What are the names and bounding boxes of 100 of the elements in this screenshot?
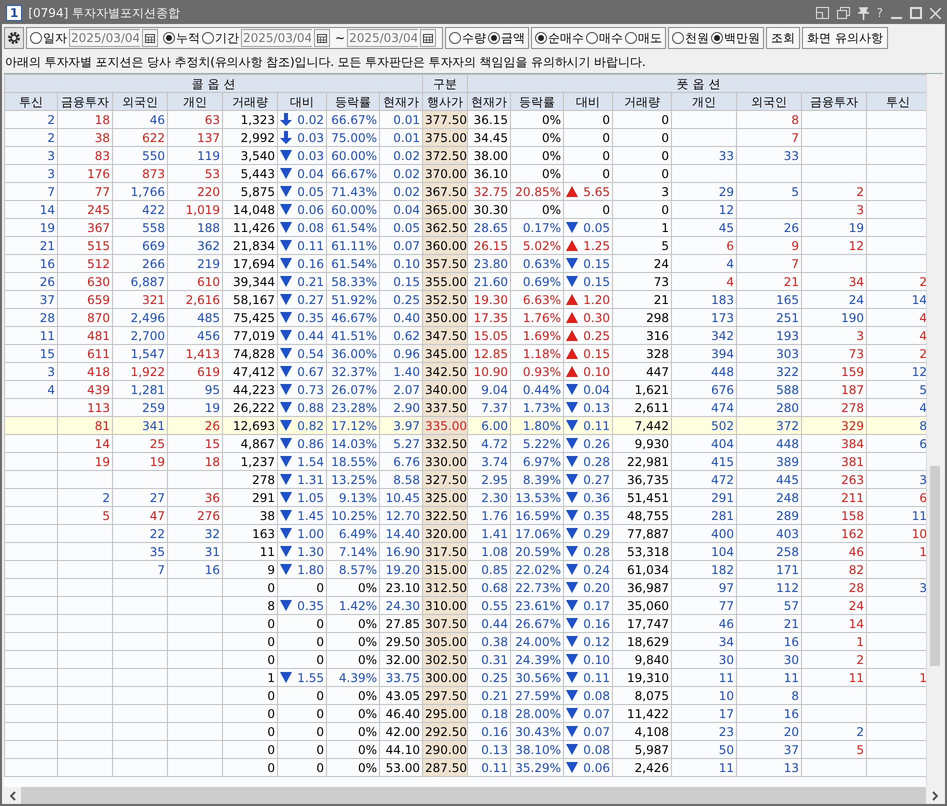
table-row[interactable]: 14 25 15 4,867 0.86 14.03% 5.27 332.50 4.72 5.22% 0.26 9,930 404 448 384 6 <box>4 434 926 452</box>
column-header[interactable]: 개인 <box>168 92 222 110</box>
radio-option[interactable]: 누적 <box>163 29 200 47</box>
table-row[interactable]: 0 0 0% 27.85 307.50 0.44 26.67% 0.16 17,747 46 21 14 <box>4 614 926 632</box>
strike-price-cell[interactable]: 315.00 <box>422 560 468 578</box>
table-row[interactable]: 0 0 0% 44.10 290.00 0.13 38.10% 0.08 5,987 50 37 5 <box>4 740 926 758</box>
strike-price-cell[interactable]: 372.50 <box>422 146 468 164</box>
scrollbar-thumb[interactable] <box>930 466 940 666</box>
strike-price-cell[interactable]: 320.00 <box>422 524 468 542</box>
table-row[interactable]: 35 31 11 1.30 7.14% 16.90 317.50 1.08 20.59% 0.28 53,318 104 258 46 1 <box>4 542 926 560</box>
column-header[interactable]: 금융투자 <box>58 92 112 110</box>
strike-price-cell[interactable]: 360.00 <box>422 236 468 254</box>
table-row[interactable]: 2 27 36 291 1.05 9.13% 10.45 325.00 2.30 13.53% 0.36 51,451 291 248 211 6 <box>4 488 926 506</box>
strike-price-cell[interactable]: 300.00 <box>422 668 468 686</box>
radio-option[interactable]: 매수 <box>586 29 624 47</box>
table-row[interactable]: 0 0 0% 53.00 287.50 0.11 35.29% 0.06 2,426 11 13 <box>4 758 926 776</box>
table-row[interactable]: 0 0 0% 46.40 295.00 0.18 28.00% 0.07 11,422 17 16 <box>4 704 926 722</box>
column-header[interactable]: 거래량 <box>222 92 278 110</box>
horizontal-scrollbar[interactable] <box>4 787 943 804</box>
strike-price-cell[interactable]: 342.50 <box>422 362 468 380</box>
strike-price-cell[interactable]: 312.50 <box>422 578 468 596</box>
table-row[interactable]: 37 659 321 2,616 58,167 0.27 51.92% 0.25 352.50 19.30 6.63% 1.20 21 183 165 24 14 <box>4 290 926 308</box>
column-header[interactable]: 대비 <box>278 92 326 110</box>
column-header[interactable]: 금융투자 <box>802 92 867 110</box>
pin-icon[interactable] <box>858 6 869 20</box>
strike-price-cell[interactable]: 325.00 <box>422 488 468 506</box>
column-header[interactable]: 행사가 <box>422 92 468 110</box>
column-header[interactable]: 현재가 <box>380 92 423 110</box>
copy-window-icon[interactable] <box>836 7 850 19</box>
column-header[interactable]: 투신 <box>4 92 58 110</box>
table-row[interactable]: 3 176 873 53 5,443 0.04 66.67% 0.02 370.00 36.10 0% 0 0 <box>4 164 926 182</box>
strike-price-cell[interactable]: 355.00 <box>422 272 468 290</box>
strike-price-cell[interactable]: 292.50 <box>422 722 468 740</box>
strike-price-cell[interactable]: 350.00 <box>422 308 468 326</box>
strike-price-cell[interactable]: 297.50 <box>422 686 468 704</box>
column-header[interactable]: 등락률 <box>326 92 380 110</box>
strike-price-cell[interactable]: 287.50 <box>422 758 468 776</box>
strike-price-cell[interactable]: 367.50 <box>422 182 468 200</box>
table-row[interactable]: 7 16 9 1.80 8.57% 19.20 315.00 0.85 22.02% 0.24 61,034 182 171 82 <box>4 560 926 578</box>
strike-price-cell[interactable]: 340.00 <box>422 380 468 398</box>
table-row[interactable]: 113 259 19 26,222 0.88 23.28% 2.90 337.50 7.37 1.73% 0.13 2,611 474 280 278 4 <box>4 398 926 416</box>
table-row[interactable]: 28 870 2,496 485 75,425 0.35 46.67% 0.40 350.00 17.35 1.76% 0.30 298 173 251 190 4 <box>4 308 926 326</box>
strike-price-cell[interactable]: 302.50 <box>422 650 468 668</box>
table-row[interactable]: 4 439 1,281 95 44,223 0.73 26.07% 2.07 340.00 9.04 0.44% 0.04 1,621 676 588 187 5 <box>4 380 926 398</box>
calendar-button[interactable] <box>142 29 158 47</box>
maximize-icon[interactable] <box>910 7 922 19</box>
table-row[interactable]: 0 0 0% 42.00 292.50 0.16 30.43% 0.07 4,108 23 20 2 <box>4 722 926 740</box>
right-chevron-icon[interactable] <box>932 790 938 800</box>
strike-price-cell[interactable]: 337.50 <box>422 398 468 416</box>
scroll-left-button[interactable] <box>4 787 21 804</box>
calendar-button[interactable] <box>314 29 330 47</box>
column-header[interactable]: 거래량 <box>612 92 672 110</box>
radio-option[interactable]: 금액 <box>488 29 526 47</box>
table-row[interactable]: 0 0 0% 23.10 312.50 0.68 22.73% 0.20 36,987 97 112 28 3 <box>4 578 926 596</box>
table-row[interactable]: 278 1.31 13.25% 8.58 327.50 2.95 8.39% 0.27 36,735 472 445 263 3 <box>4 470 926 488</box>
strike-price-cell[interactable]: 362.50 <box>422 218 468 236</box>
table-row[interactable]: 16 512 266 219 17,694 0.16 61.54% 0.10 357.50 23.80 0.63% 0.15 24 4 7 <box>4 254 926 272</box>
column-header[interactable]: 등락률 <box>510 92 564 110</box>
column-header[interactable]: 현재가 <box>468 92 511 110</box>
toolbar-button[interactable]: 조회 <box>766 27 800 49</box>
strike-price-cell[interactable]: 335.00 <box>422 416 468 434</box>
radio-option[interactable]: 일자 <box>30 29 67 47</box>
radio-option[interactable]: 백만원 <box>711 29 760 47</box>
table-row[interactable]: 3 83 550 119 3,540 0.03 60.00% 0.02 372.50 38.00 0% 0 0 33 33 <box>4 146 926 164</box>
settings-icon[interactable] <box>7 31 21 45</box>
table-row[interactable]: 19 19 18 1,237 1.54 18.55% 6.76 330.00 3.74 6.97% 0.28 22,981 415 389 381 <box>4 452 926 470</box>
column-header[interactable]: 외국인 <box>112 92 168 110</box>
strike-price-cell[interactable]: 310.00 <box>422 596 468 614</box>
table-row[interactable]: 8 0.35 1.42% 24.30 310.00 0.55 23.61% 0.17 35,060 77 57 24 <box>4 596 926 614</box>
strike-price-cell[interactable]: 295.00 <box>422 704 468 722</box>
strike-price-cell[interactable]: 377.50 <box>422 110 468 128</box>
strike-price-cell[interactable]: 290.00 <box>422 740 468 758</box>
strike-price-cell[interactable]: 357.50 <box>422 254 468 272</box>
table-row[interactable]: 2 38 622 137 2,992 0.03 75.00% 0.01 375.00 34.45 0% 0 0 7 <box>4 128 926 146</box>
calendar-icon[interactable] <box>423 34 434 42</box>
calendar-icon[interactable] <box>145 34 155 42</box>
table-row[interactable]: 5 47 276 38 1.45 10.25% 12.70 322.50 1.76 16.59% 0.35 48,755 281 289 158 11 <box>4 506 926 524</box>
strike-price-cell[interactable]: 307.50 <box>422 614 468 632</box>
table-row[interactable]: 0 0 0% 32.00 302.50 0.31 24.39% 0.10 9,840 30 30 2 <box>4 650 926 668</box>
table-row[interactable]: 7 77 1,766 220 5,875 0.05 71.43% 0.02 367.50 32.75 20.85% 5.65 3 29 5 2 <box>4 182 926 200</box>
radio-option[interactable]: 천원 <box>672 29 710 47</box>
close-icon[interactable] <box>930 8 941 18</box>
table-row[interactable]: 11 481 2,700 456 77,019 0.44 41.51% 0.62 347.50 15.05 1.69% 0.25 316 342 193 3 4 <box>4 326 926 344</box>
table-row[interactable]: 0 0 0% 43.05 297.50 0.21 27.59% 0.08 8,075 10 8 <box>4 686 926 704</box>
radio-option[interactable]: 매도 <box>625 29 662 47</box>
table-row[interactable]: 19 367 558 188 11,426 0.08 61.54% 0.05 362.50 28.65 0.17% 0.05 1 45 26 19 <box>4 218 926 236</box>
table-row[interactable]: 21 515 669 362 21,834 0.11 61.11% 0.07 360.00 26.15 5.02% 1.25 5 6 9 12 <box>4 236 926 254</box>
calendar-icon[interactable] <box>317 34 327 42</box>
table-row[interactable]: 22 32 163 1.00 6.49% 14.40 320.00 1.41 17.06% 0.29 77,887 400 403 162 10 <box>4 524 926 542</box>
strike-price-cell[interactable]: 347.50 <box>422 326 468 344</box>
radio-option[interactable]: 기간 <box>202 29 239 47</box>
table-row[interactable]: 81 341 26 12,693 0.82 17.12% 3.97 335.00 6.00 1.80% 0.11 7,442 502 372 329 8 <box>4 416 926 434</box>
table-row[interactable]: 0 0 0% 29.50 305.00 0.38 24.00% 0.12 18,629 34 16 1 <box>4 632 926 650</box>
settings-button[interactable] <box>4 27 24 49</box>
table-row[interactable]: 26 630 6,887 610 39,344 0.21 58.33% 0.15 355.00 21.60 0.69% 0.15 73 4 21 34 2 <box>4 272 926 290</box>
strike-price-cell[interactable]: 365.00 <box>422 200 468 218</box>
table-row[interactable]: 15 611 1,547 1,413 74,828 0.54 36.00% 0.96 345.00 12.85 1.18% 0.15 328 394 303 73 2 <box>4 344 926 362</box>
column-header[interactable]: 대비 <box>564 92 613 110</box>
left-chevron-icon[interactable] <box>10 790 16 800</box>
table-row[interactable]: 2 18 46 63 1,323 0.02 66.67% 0.01 377.50 36.15 0% 0 0 8 <box>4 110 926 128</box>
